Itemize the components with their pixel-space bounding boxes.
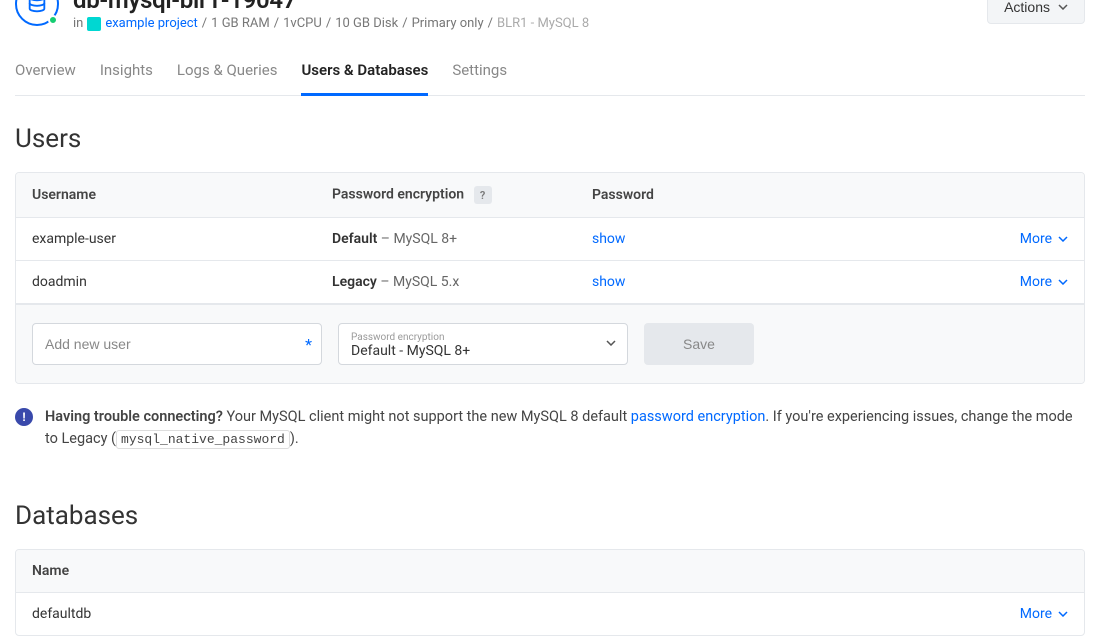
save-button[interactable]: Save <box>644 323 754 365</box>
in-label: in <box>73 16 83 31</box>
encryption-select[interactable]: Password encryption Default - MySQL 8+ <box>338 323 628 365</box>
tab-settings[interactable]: Settings <box>452 61 507 96</box>
chevron-down-icon <box>1058 4 1068 10</box>
more-button[interactable]: More <box>1020 274 1068 290</box>
add-user-input[interactable] <box>32 323 322 365</box>
project-icon <box>87 17 101 31</box>
project-link[interactable]: example project <box>105 16 197 31</box>
help-icon[interactable]: ? <box>474 186 492 204</box>
more-button[interactable]: More <box>1020 606 1068 622</box>
page-title: db-mysql-blr1-19047 <box>73 0 589 14</box>
chevron-down-icon <box>606 340 616 346</box>
show-password-link[interactable]: show <box>592 274 625 290</box>
region-label: BLR1 - MySQL 8 <box>497 16 589 31</box>
connection-notice: ! Having trouble connecting? Your MySQL … <box>15 406 1085 451</box>
encryption-cell: Default – MySQL 8+ <box>332 231 592 247</box>
password-encryption-link[interactable]: password encryption <box>631 408 766 425</box>
col-password: Password <box>592 187 998 203</box>
col-encryption: Password encryption ? <box>332 186 592 204</box>
chevron-down-icon <box>1058 611 1068 617</box>
table-row: example-user Default – MySQL 8+ show Mor… <box>16 218 1084 261</box>
users-title: Users <box>15 124 1085 154</box>
info-icon: ! <box>15 408 33 426</box>
table-row: defaultdb More <box>16 593 1084 635</box>
show-password-link[interactable]: show <box>592 231 625 247</box>
more-button[interactable]: More <box>1020 231 1068 247</box>
database-icon <box>15 0 59 26</box>
tab-overview[interactable]: Overview <box>15 61 76 96</box>
username-cell: doadmin <box>32 274 332 290</box>
spec-disk: 10 GB Disk <box>335 16 398 31</box>
select-value: Default - MySQL 8+ <box>351 343 595 359</box>
users-table: Username Password encryption ? Password … <box>15 172 1085 384</box>
databases-table: Name defaultdb More <box>15 549 1085 636</box>
spec-ram: 1 GB RAM <box>211 16 270 31</box>
chevron-down-icon <box>1058 236 1068 242</box>
spec-primary: Primary only <box>412 16 484 31</box>
username-cell: example-user <box>32 231 332 247</box>
col-name: Name <box>32 563 998 579</box>
col-username: Username <box>32 187 332 203</box>
actions-label: Actions <box>1004 0 1050 15</box>
select-label: Password encryption <box>351 333 595 343</box>
tabs: Overview Insights Logs & Queries Users &… <box>15 61 1085 96</box>
tab-insights[interactable]: Insights <box>100 61 153 96</box>
db-name-cell: defaultdb <box>32 606 998 622</box>
tab-logs-queries[interactable]: Logs & Queries <box>177 61 278 96</box>
chevron-down-icon <box>1058 279 1068 285</box>
encryption-cell: Legacy – MySQL 5.x <box>332 274 592 290</box>
databases-title: Databases <box>15 501 1085 531</box>
tab-users-databases[interactable]: Users & Databases <box>301 61 428 96</box>
actions-button[interactable]: Actions <box>987 0 1085 24</box>
breadcrumb: in example project / 1 GB RAM / 1vCPU / … <box>73 16 589 31</box>
required-star-icon: * <box>305 335 312 354</box>
spec-cpu: 1vCPU <box>283 16 322 31</box>
status-dot-icon <box>48 15 58 25</box>
code-snippet: mysql_native_password <box>116 430 290 449</box>
table-row: doadmin Legacy – MySQL 5.x show More <box>16 261 1084 304</box>
notice-heading: Having trouble connecting? <box>45 408 223 425</box>
